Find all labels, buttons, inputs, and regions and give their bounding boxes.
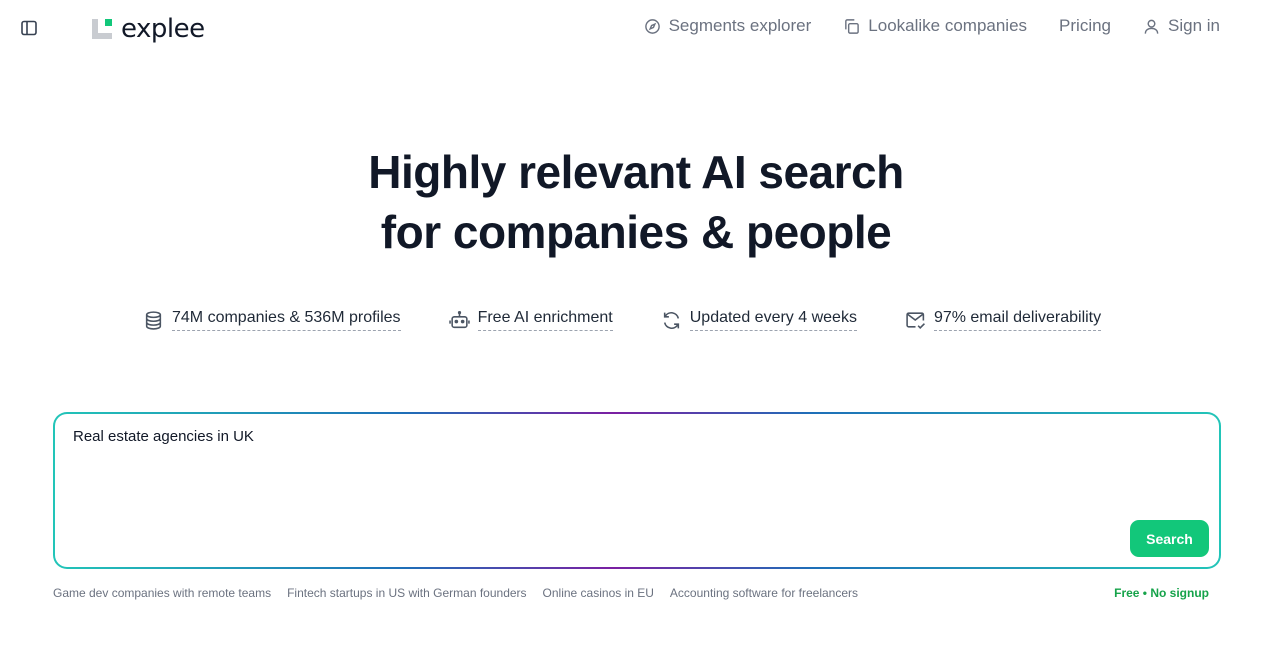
- main-nav: Segments explorer Lookalike companies Pr…: [644, 16, 1220, 36]
- feature-label[interactable]: 97% email deliverability: [933, 309, 1102, 331]
- search-panel: Real estate agencies in UK Search: [53, 412, 1221, 569]
- feature-item: Free AI enrichment: [448, 309, 613, 331]
- nav-sign-in[interactable]: Sign in: [1143, 16, 1220, 36]
- search-input[interactable]: Real estate agencies in UK: [73, 428, 1113, 528]
- hero: Highly relevant AI search for companies …: [0, 142, 1272, 262]
- search-box: Real estate agencies in UK Search: [55, 414, 1219, 567]
- feature-label[interactable]: 74M companies & 536M profiles: [172, 309, 401, 331]
- feature-item: 97% email deliverability: [905, 309, 1102, 331]
- database-icon: [145, 310, 162, 330]
- suggestion-item[interactable]: Game dev companies with remote teams: [53, 586, 271, 600]
- nav-segments-explorer[interactable]: Segments explorer: [644, 16, 812, 36]
- hero-title-line-2: for companies & people: [380, 206, 892, 258]
- robot-icon: [448, 310, 470, 328]
- feature-list: 74M companies & 536M profiles Free AI en…: [143, 309, 1102, 331]
- compass-icon: [644, 18, 660, 34]
- suggestion-item[interactable]: Fintech startups in US with German found…: [287, 586, 526, 600]
- suggestion-item[interactable]: Accounting software for freelancers: [670, 586, 858, 600]
- nav-label: Segments explorer: [668, 16, 812, 35]
- suggestion-item[interactable]: Online casinos in EU: [543, 586, 654, 600]
- nav-label: Lookalike companies: [868, 16, 1028, 35]
- feature-item: Updated every 4 weeks: [661, 309, 857, 331]
- search-button[interactable]: Search: [1130, 520, 1209, 557]
- nav-label: Sign in: [1168, 16, 1220, 35]
- suggestion-list: Game dev companies with remote teams Fin…: [53, 586, 858, 600]
- sidebar-toggle-icon[interactable]: [20, 19, 38, 37]
- refresh-icon: [663, 311, 679, 329]
- logo-text: explee: [121, 14, 205, 44]
- copy-icon: [845, 18, 860, 34]
- feature-item: 74M companies & 536M profiles: [143, 309, 401, 331]
- feature-label[interactable]: Free AI enrichment: [477, 309, 613, 331]
- nav-pricing[interactable]: Pricing: [1059, 16, 1111, 36]
- nav-lookalike-companies[interactable]: Lookalike companies: [843, 16, 1027, 36]
- logo[interactable]: explee: [92, 14, 205, 44]
- user-icon: [1144, 19, 1159, 34]
- hero-title-line-1: Highly relevant AI search: [368, 146, 904, 198]
- nav-label: Pricing: [1059, 16, 1112, 35]
- hero-title: Highly relevant AI search for companies …: [0, 142, 1272, 262]
- logo-mark-icon: [92, 17, 116, 41]
- top-bar: explee Segments explorer Lookalike compa…: [0, 0, 1272, 56]
- feature-label[interactable]: Updated every 4 weeks: [689, 309, 857, 331]
- free-signup-note: Free • No signup: [1114, 586, 1209, 600]
- mail-check-icon: [906, 311, 925, 329]
